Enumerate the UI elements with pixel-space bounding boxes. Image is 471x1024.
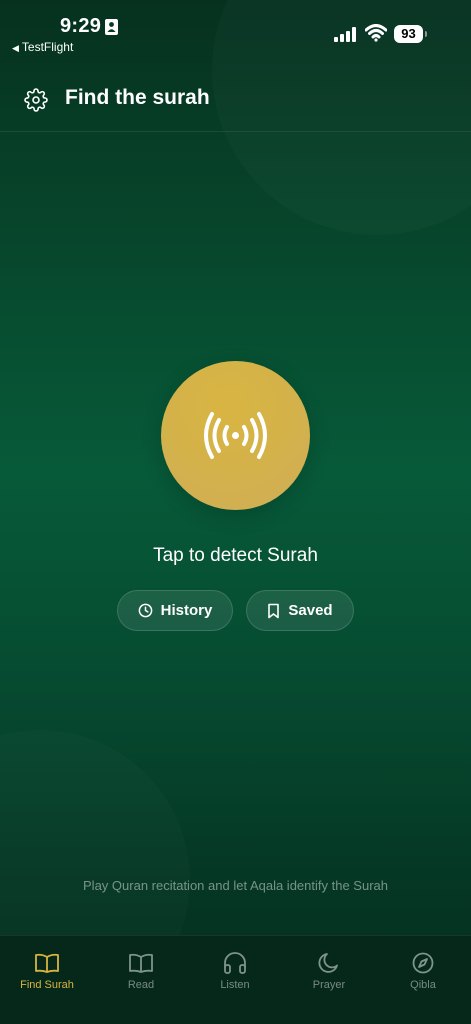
settings-button[interactable] [24,88,48,112]
compass-icon [412,952,434,974]
wifi-icon [365,24,387,42]
app-header: Find the surah [0,70,471,132]
app-screen: 9:29 ◀ TestFlight 93 Find the surah Tap … [0,0,471,1024]
clock-icon [138,603,152,618]
back-to-app-link[interactable]: ◀ TestFlight [12,40,73,54]
headphones-icon [224,952,246,974]
cellular-signal-icon [334,27,356,42]
battery-nub [425,31,427,37]
person-icon [105,19,118,35]
history-button[interactable]: History [117,590,233,631]
tab-read[interactable]: Read [94,950,188,1000]
book-open-icon [35,953,59,973]
tab-bar: Find Surah Read Listen Prayer Qibla [0,935,471,1024]
hint-text: Play Quran recitation and let Aqala iden… [83,878,388,893]
saved-label: Saved [288,602,333,619]
moon-icon [318,953,338,973]
tab-find-surah[interactable]: Find Surah [0,950,94,1000]
book-icon [129,953,153,973]
tab-label: Prayer [312,979,346,991]
tab-label: Find Surah [20,979,74,991]
tab-qibla[interactable]: Qibla [376,950,470,1000]
tab-prayer[interactable]: Prayer [282,950,376,1000]
detect-surah-button[interactable] [161,361,310,510]
history-label: History [160,602,213,619]
back-app-label: TestFlight [21,40,74,54]
tab-label: Read [127,979,155,991]
page-title: Find the surah [65,86,210,109]
battery-indicator: 93 [394,25,423,43]
status-bar: 9:29 ◀ TestFlight 93 [0,0,471,58]
detect-label: Tap to detect Surah [153,545,318,566]
status-time: 9:29 [60,15,102,37]
tab-label: Listen [220,979,250,991]
tab-listen[interactable]: Listen [188,950,282,1000]
broadcast-icon [204,412,267,459]
gear-icon [24,88,48,112]
saved-button[interactable]: Saved [246,590,354,631]
bookmark-icon [268,603,280,618]
tab-label: Qibla [410,979,436,991]
back-arrow-icon: ◀ [12,43,19,53]
